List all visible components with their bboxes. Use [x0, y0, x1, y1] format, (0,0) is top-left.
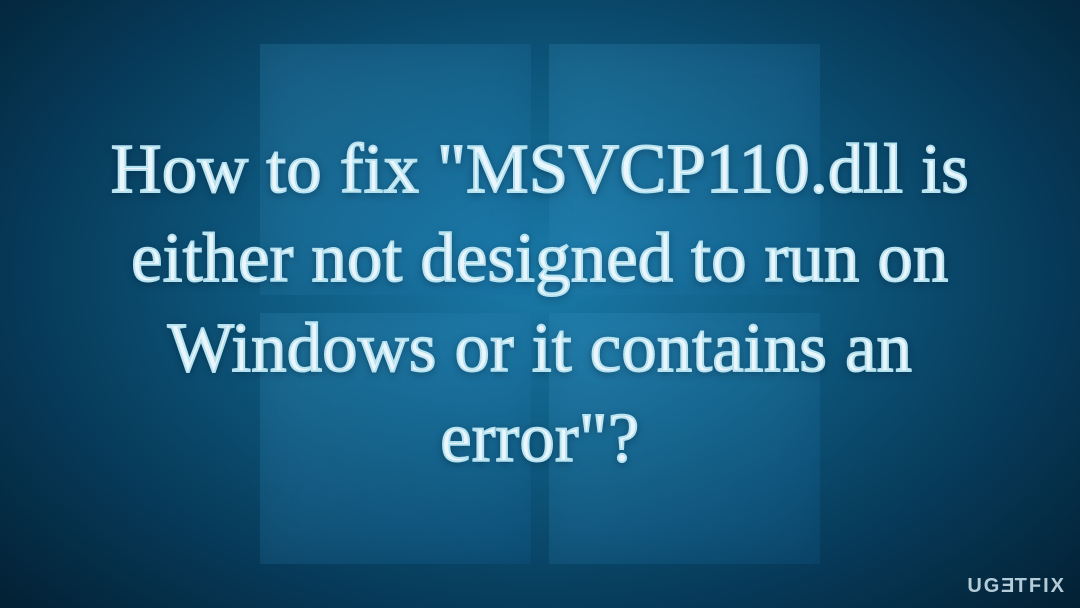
watermark-prefix: UG — [967, 575, 1001, 597]
watermark-suffix: TFIX — [1015, 575, 1066, 597]
watermark-reversed-e: E — [1001, 575, 1014, 598]
site-watermark: UGETFIX — [967, 575, 1066, 598]
article-title: How to fix "MSVCP110.dll is either not d… — [60, 125, 1020, 483]
hero-image: How to fix "MSVCP110.dll is either not d… — [0, 0, 1080, 608]
